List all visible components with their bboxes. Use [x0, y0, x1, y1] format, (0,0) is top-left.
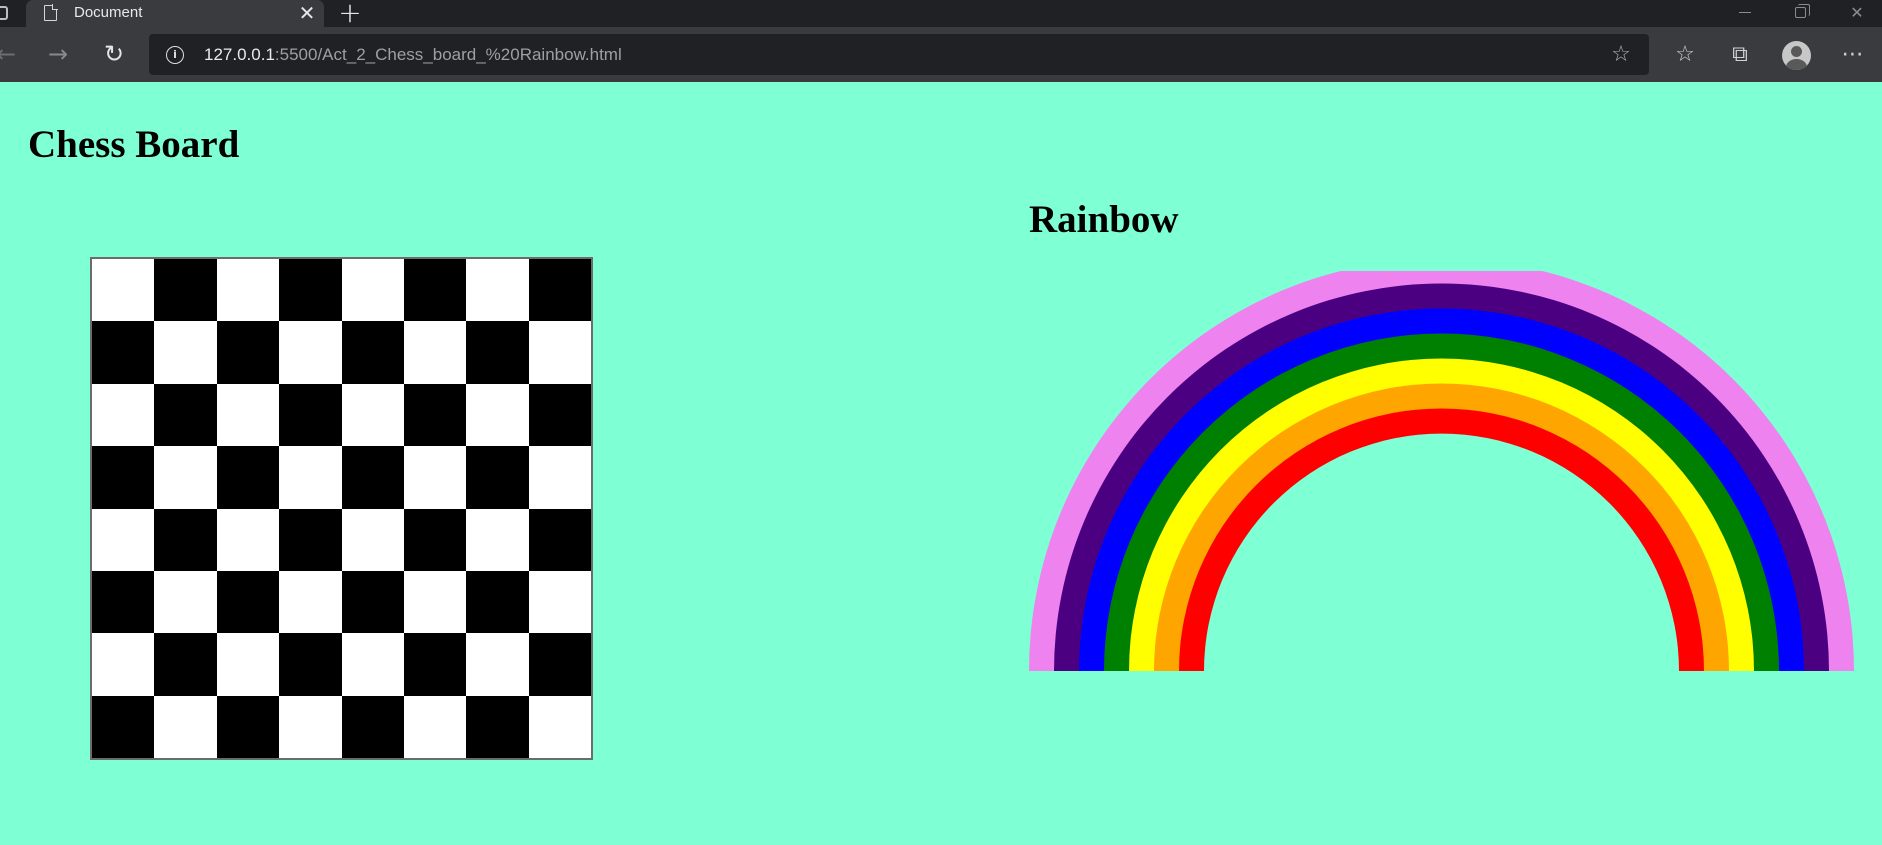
add-favorite-icon[interactable]: ☆ [1609, 43, 1633, 67]
black-square [403, 259, 467, 322]
white-square [279, 695, 342, 758]
rainbow [1029, 271, 1854, 671]
black-square [154, 259, 217, 322]
black-square [279, 383, 342, 447]
black-square [466, 321, 529, 384]
black-square [403, 633, 467, 696]
white-square [466, 259, 529, 322]
sidebar-toggle-icon[interactable] [0, 6, 8, 20]
black-square [341, 695, 404, 758]
chess-board-heading: Chess Board [28, 123, 240, 166]
minimize-icon [1739, 12, 1751, 13]
white-square [403, 446, 467, 509]
tab-title: Document [74, 4, 143, 21]
black-square [466, 695, 529, 758]
white-square [154, 321, 217, 384]
page-icon [44, 4, 58, 21]
white-square [216, 259, 280, 322]
white-square [154, 446, 217, 509]
white-square [341, 259, 404, 322]
more-icon[interactable]: ⋯ [1838, 40, 1868, 70]
black-square [528, 633, 591, 696]
page-content: Chess Board Rainbow [0, 82, 1882, 845]
restore-icon [1795, 4, 1810, 18]
black-square [154, 383, 217, 447]
white-square [528, 446, 591, 509]
white-square [466, 383, 529, 447]
white-square [341, 633, 404, 696]
refresh-button[interactable]: ↻ [96, 27, 132, 82]
black-square [216, 321, 280, 384]
white-square [154, 695, 217, 758]
black-square [92, 570, 155, 634]
browser-toolbar: ← → ↻ i 127.0.0.1:5500/Act_2_Chess_board… [0, 27, 1882, 82]
white-square [216, 633, 280, 696]
profile-avatar[interactable] [1782, 41, 1811, 70]
white-square [341, 508, 404, 571]
white-square [528, 570, 591, 634]
address-bar[interactable]: i 127.0.0.1:5500/Act_2_Chess_board_%20Ra… [149, 34, 1649, 75]
white-square [92, 633, 155, 696]
white-square [466, 508, 529, 571]
chess-board [90, 257, 593, 760]
black-square [92, 446, 155, 509]
white-square [466, 633, 529, 696]
collections-icon[interactable]: ⧉ [1725, 40, 1755, 70]
black-square [466, 446, 529, 509]
white-square [528, 321, 591, 384]
url-host: 127.0.0.1 [204, 45, 275, 64]
white-square [279, 446, 342, 509]
white-square [92, 508, 155, 571]
url-text[interactable]: 127.0.0.1:5500/Act_2_Chess_board_%20Rain… [204, 45, 622, 65]
white-square [403, 695, 467, 758]
white-square [403, 321, 467, 384]
close-window-button[interactable]: ✕ [1834, 0, 1880, 26]
white-square [216, 508, 280, 571]
back-button[interactable]: ← [0, 27, 24, 82]
black-square [92, 695, 155, 758]
restore-button[interactable] [1778, 0, 1824, 26]
black-square [279, 508, 342, 571]
browser-tab[interactable]: Document ✕ [26, 0, 324, 27]
black-square [341, 446, 404, 509]
close-icon[interactable]: ✕ [296, 2, 318, 24]
rainbow-heading: Rainbow [1029, 198, 1179, 241]
white-square [216, 383, 280, 447]
white-square [92, 259, 155, 322]
white-square [92, 383, 155, 447]
favorites-icon[interactable]: ☆ [1670, 40, 1700, 70]
black-square [92, 321, 155, 384]
black-square [279, 259, 342, 322]
black-square [216, 570, 280, 634]
black-square [528, 508, 591, 571]
black-square [403, 508, 467, 571]
white-square [403, 570, 467, 634]
black-square [341, 321, 404, 384]
url-path: :5500/Act_2_Chess_board_%20Rainbow.html [274, 45, 622, 64]
black-square [528, 383, 591, 447]
new-tab-button[interactable]: + [338, 0, 362, 27]
black-square [154, 508, 217, 571]
forward-button[interactable]: → [40, 27, 76, 82]
white-square [279, 570, 342, 634]
info-icon[interactable]: i [166, 46, 184, 64]
black-square [216, 695, 280, 758]
minimize-button[interactable] [1722, 0, 1768, 26]
black-square [403, 383, 467, 447]
white-square [279, 321, 342, 384]
white-square [528, 695, 591, 758]
white-square [341, 383, 404, 447]
black-square [279, 633, 342, 696]
black-square [466, 570, 529, 634]
white-square [154, 570, 217, 634]
black-square [528, 259, 591, 322]
black-square [154, 633, 217, 696]
tab-strip: Document ✕ + ✕ [0, 0, 1882, 27]
black-square [341, 570, 404, 634]
black-square [216, 446, 280, 509]
